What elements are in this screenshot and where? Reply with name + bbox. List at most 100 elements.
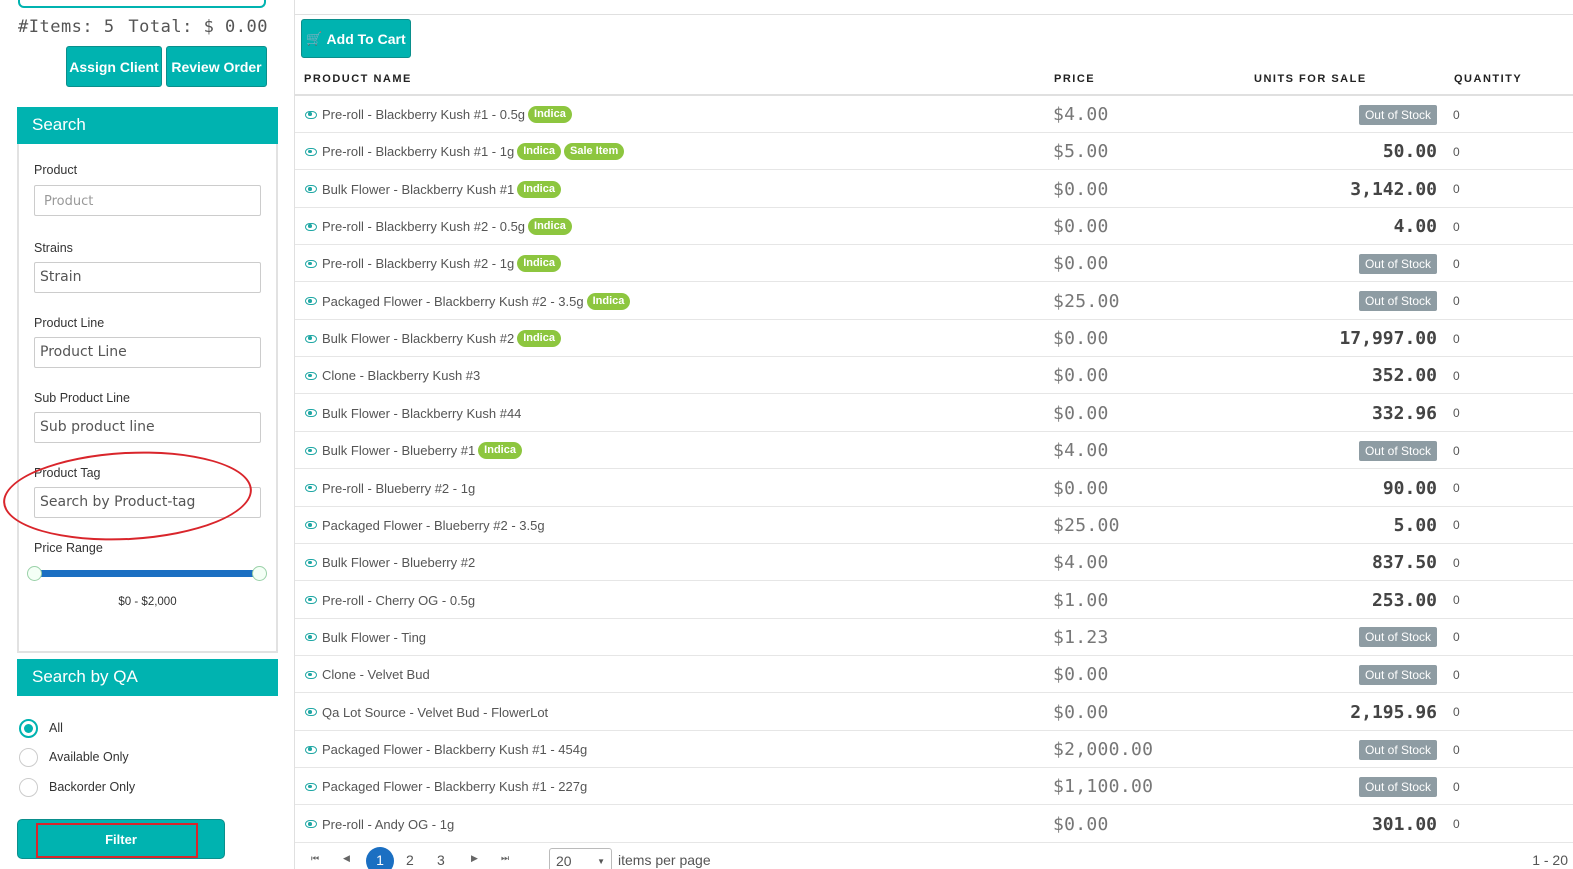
table-row[interactable]: Bulk Flower - Blackberry Kush #2 Indica $0… bbox=[295, 320, 1573, 358]
quantity-cell[interactable]: 0 bbox=[1453, 133, 1460, 170]
eye-icon[interactable] bbox=[305, 596, 317, 604]
table-row[interactable]: Pre-roll - Blackberry Kush #1 - 1g Indica… bbox=[295, 133, 1573, 171]
table-row[interactable]: Clone - Velvet Bud $0.00 Out of Stock 0 bbox=[295, 656, 1573, 694]
quantity-cell[interactable]: 0 bbox=[1453, 245, 1460, 282]
quantity-cell[interactable]: 0 bbox=[1453, 806, 1460, 843]
quantity-cell[interactable]: 0 bbox=[1453, 619, 1460, 656]
next-page-icon[interactable]: ▶ bbox=[471, 853, 478, 864]
items-per-page-select[interactable]: 20 ▼ bbox=[549, 848, 612, 869]
eye-icon[interactable] bbox=[305, 484, 317, 492]
table-row[interactable]: Packaged Flower - Blueberry #2 - 3.5g $25… bbox=[295, 507, 1573, 544]
header-units-for-sale[interactable]: UNITS FOR SALE bbox=[1254, 73, 1367, 85]
table-row[interactable]: Bulk Flower - Blackberry Kush #1 Indica $0… bbox=[295, 171, 1573, 208]
header-product-name[interactable]: PRODUCT NAME bbox=[304, 73, 412, 85]
quantity-cell[interactable]: 0 bbox=[1453, 208, 1460, 245]
prev-page-icon[interactable]: ◀ bbox=[343, 853, 350, 864]
eye-icon[interactable] bbox=[305, 409, 317, 418]
header-quantity[interactable]: QUANTITY bbox=[1454, 73, 1522, 85]
price-range-slider[interactable] bbox=[34, 570, 260, 577]
last-page-icon[interactable]: ⏭ bbox=[501, 853, 509, 864]
quantity-cell[interactable]: 0 bbox=[1453, 283, 1460, 320]
price-max-handle[interactable] bbox=[252, 566, 267, 581]
eye-icon[interactable] bbox=[305, 521, 317, 530]
quantity-cell[interactable]: 0 bbox=[1453, 395, 1460, 432]
table-row[interactable]: Packaged Flower - Blackberry Kush #1 - 4… bbox=[295, 731, 1573, 768]
quantity-cell[interactable]: 0 bbox=[1453, 357, 1460, 394]
sub-product-line-select[interactable]: Sub product line bbox=[34, 412, 261, 443]
table-row[interactable]: Bulk Flower - Blackberry Kush #44 $0.00 33… bbox=[295, 395, 1573, 432]
table-row[interactable]: Pre-roll - Blackberry Kush #2 - 1g Indica… bbox=[295, 245, 1573, 283]
eye-icon[interactable] bbox=[305, 147, 317, 156]
quantity-cell[interactable]: 0 bbox=[1453, 96, 1460, 133]
eye-icon[interactable] bbox=[305, 185, 317, 194]
table-row[interactable]: Bulk Flower - Blueberry #2 $4.00 837.50 0 bbox=[295, 544, 1573, 582]
table-row[interactable]: Packaged Flower - Blackberry Kush #2 - 3… bbox=[295, 283, 1573, 320]
quantity-cell[interactable]: 0 bbox=[1453, 432, 1460, 469]
table-row[interactable]: Pre-roll - Cherry OG - 0.5g $1.00 253.00 0 bbox=[295, 582, 1573, 619]
eye-icon[interactable] bbox=[305, 558, 317, 567]
quantity-cell[interactable]: 0 bbox=[1453, 731, 1460, 768]
table-row[interactable]: Pre-roll - Blueberry #2 - 1g $0.00 90.00 0 bbox=[295, 470, 1573, 507]
product-name[interactable]: Bulk Flower - Blackberry Kush #2 bbox=[322, 331, 514, 346]
product-name[interactable]: Bulk Flower - Blackberry Kush #1 bbox=[322, 182, 514, 197]
qa-option-backorder-only[interactable]: Backorder Only bbox=[19, 777, 135, 797]
eye-icon[interactable] bbox=[305, 222, 317, 231]
product-name[interactable]: Bulk Flower - Blueberry #2 bbox=[322, 555, 475, 570]
table-row[interactable]: Packaged Flower - Blackberry Kush #1 - 2… bbox=[295, 768, 1573, 806]
product-name[interactable]: Bulk Flower - Ting bbox=[322, 630, 426, 645]
product-name[interactable]: Pre-roll - Blackberry Kush #2 - 0.5g bbox=[322, 219, 525, 234]
product-name[interactable]: Pre-roll - Blackberry Kush #1 - 1g bbox=[322, 144, 514, 159]
table-row[interactable]: Qa Lot Source - Velvet Bud - FlowerLot $0… bbox=[295, 694, 1573, 731]
product-name[interactable]: Pre-roll - Blueberry #2 - 1g bbox=[322, 481, 475, 496]
strain-select[interactable]: Strain bbox=[34, 262, 261, 293]
quantity-cell[interactable]: 0 bbox=[1453, 768, 1460, 805]
header-price[interactable]: PRICE bbox=[1054, 73, 1095, 85]
table-row[interactable]: Bulk Flower - Blueberry #1 Indica $4.00 Out… bbox=[295, 432, 1573, 470]
radio-checked-icon[interactable] bbox=[19, 718, 38, 738]
quantity-cell[interactable]: 0 bbox=[1453, 544, 1460, 581]
page-3[interactable]: 3 bbox=[437, 852, 445, 868]
quantity-cell[interactable]: 0 bbox=[1453, 171, 1460, 208]
product-name[interactable]: Packaged Flower - Blackberry Kush #2 - 3… bbox=[322, 294, 584, 309]
eye-icon[interactable] bbox=[305, 297, 317, 306]
product-tag-input[interactable]: Search by Product-tag bbox=[34, 487, 261, 518]
product-name[interactable]: Pre-roll - Blackberry Kush #2 - 1g bbox=[322, 256, 514, 271]
product-name[interactable]: Bulk Flower - Blackberry Kush #44 bbox=[322, 406, 521, 421]
radio-unchecked-icon[interactable] bbox=[19, 747, 38, 767]
first-page-icon[interactable]: ⏮ bbox=[311, 853, 319, 864]
eye-icon[interactable] bbox=[305, 782, 317, 791]
eye-icon[interactable] bbox=[305, 670, 317, 679]
quantity-cell[interactable]: 0 bbox=[1453, 470, 1460, 507]
quantity-cell[interactable]: 0 bbox=[1453, 694, 1460, 731]
product-name[interactable]: Packaged Flower - Blueberry #2 - 3.5g bbox=[322, 518, 545, 533]
product-input[interactable]: Product bbox=[34, 185, 261, 216]
eye-icon[interactable] bbox=[305, 371, 317, 380]
quantity-cell[interactable]: 0 bbox=[1453, 656, 1460, 693]
eye-icon[interactable] bbox=[305, 446, 317, 455]
assign-client-button[interactable]: Assign Client bbox=[66, 46, 162, 87]
table-row[interactable]: Pre-roll - Blackberry Kush #1 - 0.5g Indi… bbox=[295, 96, 1573, 133]
product-name[interactable]: Clone - Velvet Bud bbox=[322, 667, 430, 682]
filter-button[interactable]: Filter bbox=[17, 819, 225, 859]
eye-icon[interactable] bbox=[305, 745, 317, 754]
product-name[interactable]: Pre-roll - Andy OG - 1g bbox=[322, 817, 454, 832]
qa-option-available-only[interactable]: Available Only bbox=[19, 747, 129, 767]
eye-icon[interactable] bbox=[305, 633, 317, 642]
quantity-cell[interactable]: 0 bbox=[1453, 507, 1460, 544]
eye-icon[interactable] bbox=[305, 820, 317, 829]
page-1[interactable]: 1 bbox=[366, 847, 394, 869]
product-name[interactable]: Clone - Blackberry Kush #3 bbox=[322, 368, 480, 383]
quantity-cell[interactable]: 0 bbox=[1453, 320, 1460, 357]
product-name[interactable]: Bulk Flower - Blueberry #1 bbox=[322, 443, 475, 458]
table-row[interactable]: Bulk Flower - Ting $1.23 Out of Stock 0 bbox=[295, 619, 1573, 656]
table-row[interactable]: Pre-roll - Blackberry Kush #2 - 0.5g Indi… bbox=[295, 208, 1573, 246]
qa-option-all[interactable]: All bbox=[19, 718, 63, 738]
eye-icon[interactable] bbox=[305, 259, 317, 268]
product-name[interactable]: Pre-roll - Blackberry Kush #1 - 0.5g bbox=[322, 107, 525, 122]
table-row[interactable]: Clone - Blackberry Kush #3 $0.00 352.00 0 bbox=[295, 357, 1573, 395]
product-name[interactable]: Qa Lot Source - Velvet Bud - FlowerLot bbox=[322, 705, 548, 720]
page-2[interactable]: 2 bbox=[406, 852, 414, 868]
table-row[interactable]: Pre-roll - Andy OG - 1g $0.00 301.00 0 bbox=[295, 806, 1573, 843]
review-order-button[interactable]: Review Order bbox=[166, 46, 267, 87]
price-min-handle[interactable] bbox=[27, 566, 42, 581]
